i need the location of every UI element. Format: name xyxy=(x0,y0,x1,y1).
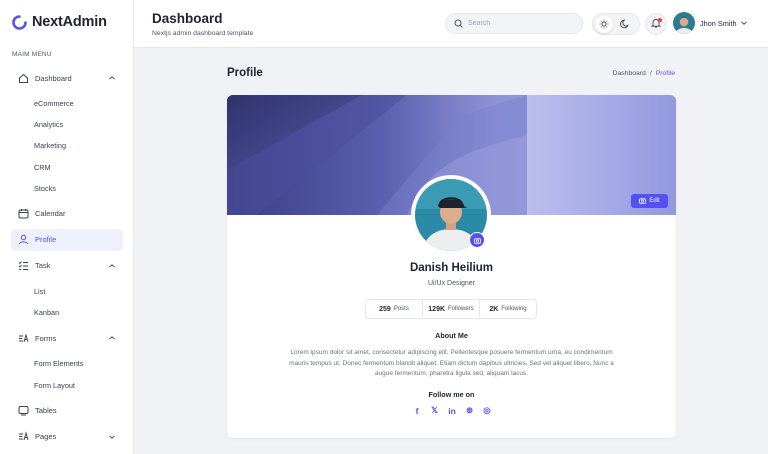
sidebar-item-tables[interactable]: Tables xyxy=(11,400,123,422)
sidebar-item-dashboard[interactable]: Dashboard xyxy=(11,67,123,89)
sidebar-subitem-form-elements[interactable]: Form Elements xyxy=(34,353,123,374)
search-input[interactable] xyxy=(468,20,578,27)
calendar-icon xyxy=(18,208,29,219)
chevron-up-icon xyxy=(108,74,116,82)
avatar xyxy=(673,12,695,34)
dribbble-icon[interactable]: ⊛ xyxy=(465,405,475,416)
chevron-down-icon xyxy=(740,14,748,32)
stat-followers: 129K Followers xyxy=(423,300,480,318)
edit-cover-button[interactable]: Edit xyxy=(631,194,668,208)
user-name: Jhon Smith xyxy=(700,18,737,28)
forms-icon xyxy=(18,333,29,344)
sidebar: NextAdmin MAIM MENU Dashboard eCommerce … xyxy=(0,0,134,454)
stat-label: Posts xyxy=(393,306,409,312)
stat-value: 2K xyxy=(489,305,499,313)
chevron-up-icon xyxy=(108,262,116,270)
sidebar-subitem-stocks[interactable]: Stocks xyxy=(34,178,123,199)
sidebar-subitem-list[interactable]: List xyxy=(34,281,123,302)
x-twitter-icon[interactable]: 𝕏 xyxy=(430,405,440,416)
task-list-icon xyxy=(18,260,29,271)
sidebar-item-label: Profile xyxy=(35,235,57,245)
sidebar-subitem-crm[interactable]: CRM xyxy=(34,157,123,178)
linkedin-icon[interactable]: in xyxy=(447,405,457,416)
edit-label: Edit xyxy=(649,198,660,204)
notification-button[interactable] xyxy=(645,13,667,35)
social-links: f 𝕏 in ⊛ ◎ xyxy=(412,405,492,416)
top-header: Dashboard Nextjs admin dashboard templat… xyxy=(134,0,768,48)
logo[interactable]: NextAdmin xyxy=(12,14,107,30)
dashboard-submenu: eCommerce Analytics Marketing CRM Stocks xyxy=(11,93,123,199)
breadcrumb-current: Profile xyxy=(655,70,675,77)
sidebar-subitem-form-layout[interactable]: Form Layout xyxy=(34,375,123,396)
stat-value: 129K xyxy=(428,305,446,313)
about-text: Lorem ipsum dolor sit amet, consectetur … xyxy=(289,349,614,377)
profile-card: Edit Danish Heilium Ui/Ux Designer 259 P… xyxy=(227,95,676,438)
github-icon[interactable]: ◎ xyxy=(482,405,492,416)
user-icon xyxy=(18,234,29,245)
page-title: Profile xyxy=(227,67,263,79)
header-subtitle: Nextjs admin dashboard template xyxy=(152,30,254,37)
sidebar-item-label: Calendar xyxy=(35,209,66,219)
sidebar-item-label: Tables xyxy=(35,406,57,416)
stat-value: 259 xyxy=(379,305,391,313)
sidebar-subitem-marketing[interactable]: Marketing xyxy=(34,135,123,156)
sidebar-subitem-kanban[interactable]: Kanban xyxy=(34,302,123,323)
sidebar-item-task[interactable]: Task xyxy=(11,255,123,277)
sidebar-subitem-ecommerce[interactable]: eCommerce xyxy=(34,93,123,114)
sidebar-item-calendar[interactable]: Calendar xyxy=(11,203,123,225)
sidebar-item-forms[interactable]: Forms xyxy=(11,327,123,349)
profile-role: Ui/Ux Designer xyxy=(427,280,476,287)
sidebar-item-label: Dashboard xyxy=(35,73,72,83)
header-title: Dashboard xyxy=(152,11,223,26)
breadcrumb-parent[interactable]: Dashboard xyxy=(613,70,646,77)
sidebar-item-profile[interactable]: Profile xyxy=(11,228,123,251)
logo-icon xyxy=(12,14,27,30)
search-box[interactable] xyxy=(445,13,583,34)
notification-dot xyxy=(658,18,662,22)
sidebar-item-label: Pages xyxy=(35,432,57,442)
app-name: NextAdmin xyxy=(32,14,107,30)
search-icon xyxy=(454,15,463,33)
sidebar-subitem-analytics[interactable]: Analytics xyxy=(34,114,123,135)
theme-toggle[interactable] xyxy=(592,13,640,35)
table-icon xyxy=(18,405,29,416)
sidebar-item-label: Forms xyxy=(35,333,57,343)
breadcrumb-separator: / xyxy=(649,70,652,77)
facebook-icon[interactable]: f xyxy=(412,405,422,416)
profile-name: Danish Heilium xyxy=(409,262,494,274)
stat-posts: 259 Posts xyxy=(366,300,423,318)
moon-icon[interactable] xyxy=(616,16,634,33)
stat-label: Followers xyxy=(448,306,474,312)
sidebar-nav: Dashboard eCommerce Analytics Marketing … xyxy=(11,67,123,452)
sidebar-item-label: Task xyxy=(35,261,51,271)
about-heading: About Me xyxy=(435,331,468,340)
forms-submenu: Form Elements Form Layout xyxy=(11,353,123,395)
sidebar-item-pages[interactable]: Pages xyxy=(11,426,123,448)
chevron-down-icon xyxy=(108,433,116,441)
stat-following: 2K Following xyxy=(480,300,536,318)
camera-icon xyxy=(473,231,481,249)
chevron-up-icon xyxy=(108,334,116,342)
breadcrumb: Dashboard / Profile xyxy=(613,70,675,77)
task-submenu: List Kanban xyxy=(11,281,123,323)
camera-icon xyxy=(639,197,647,206)
menu-title: MAIM MENU xyxy=(12,51,52,58)
change-avatar-button[interactable] xyxy=(469,232,485,248)
pages-icon xyxy=(18,431,29,442)
stat-label: Following xyxy=(501,306,527,312)
home-icon xyxy=(18,73,29,84)
user-menu[interactable]: Jhon Smith xyxy=(673,12,748,34)
profile-stats: 259 Posts 129K Followers 2K Following xyxy=(365,299,537,319)
sun-icon[interactable] xyxy=(595,15,613,33)
follow-heading: Follow me on xyxy=(428,390,475,399)
